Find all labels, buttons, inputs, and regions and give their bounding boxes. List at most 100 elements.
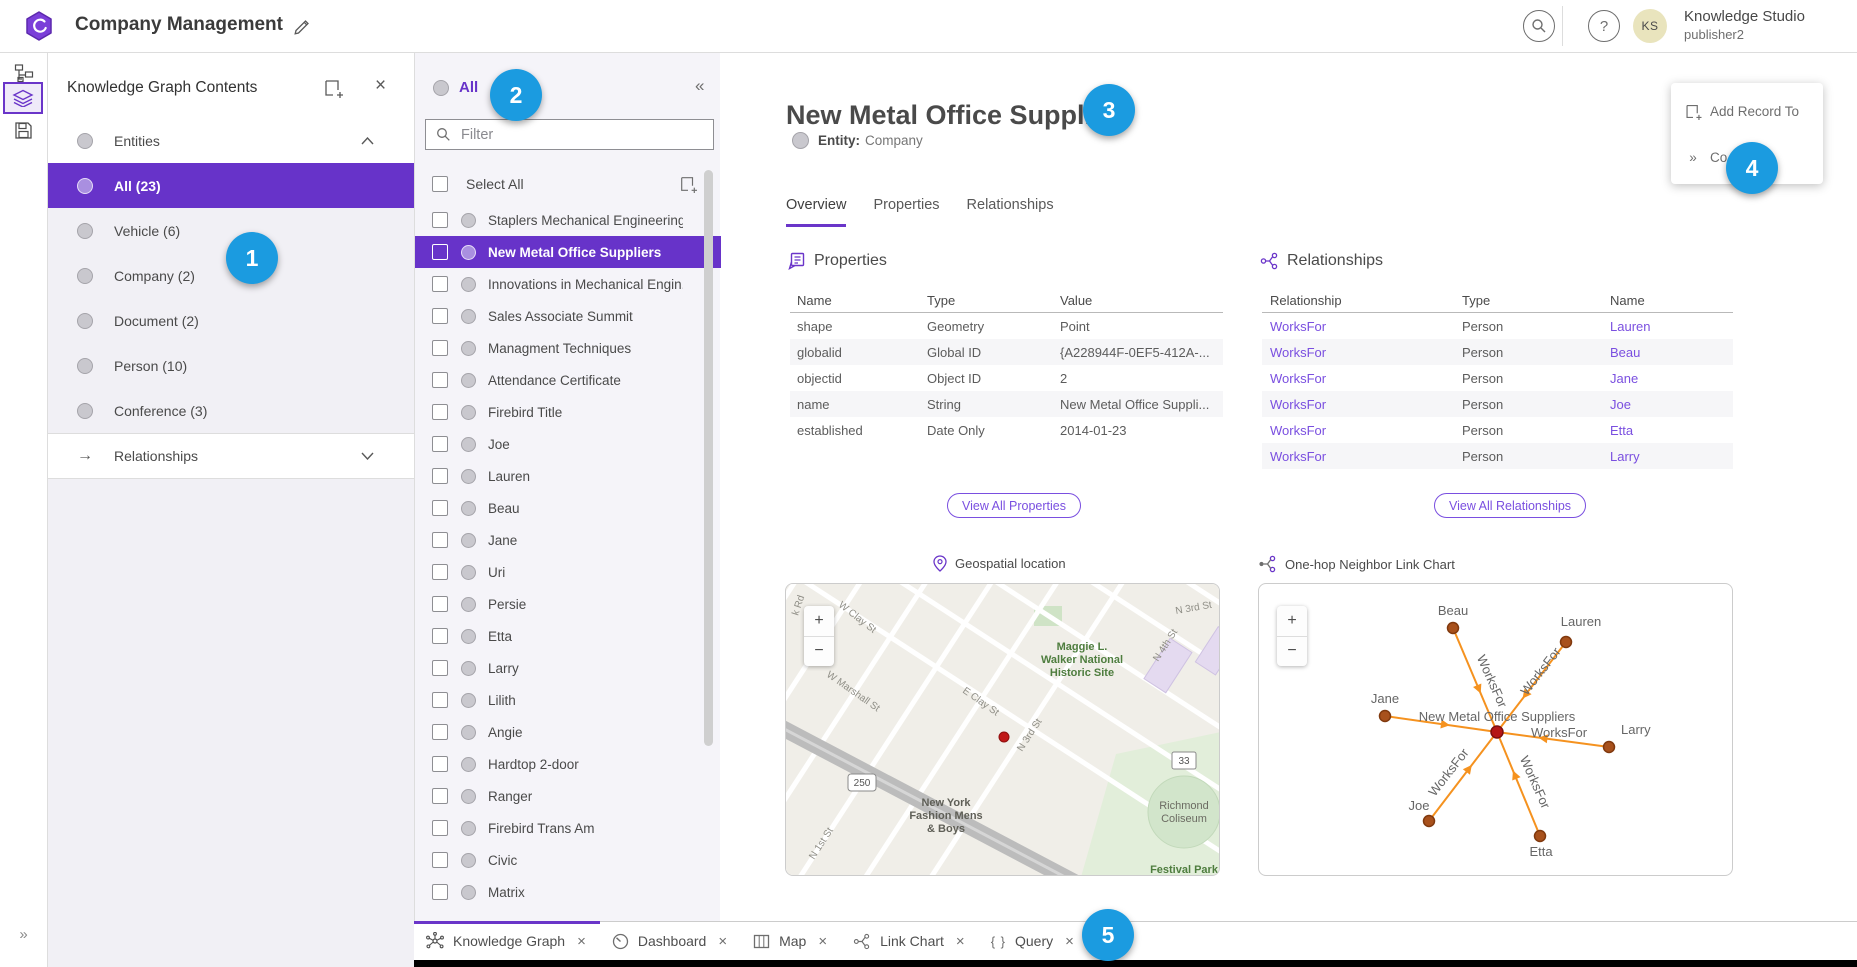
row-checkbox[interactable] bbox=[432, 884, 448, 900]
tab-knowledge-graph[interactable]: Knowledge Graph × bbox=[414, 922, 600, 960]
list-item[interactable]: Ranger bbox=[415, 780, 721, 812]
select-all-checkbox[interactable] bbox=[432, 176, 448, 192]
tab-properties[interactable]: Properties bbox=[873, 197, 939, 227]
list-item[interactable]: Civic bbox=[415, 844, 721, 876]
tab-map[interactable]: Map × bbox=[741, 922, 841, 960]
save-tool-button[interactable] bbox=[0, 115, 47, 145]
row-checkbox[interactable] bbox=[432, 692, 448, 708]
list-item[interactable]: Staplers Mechanical Engineering bbox=[415, 204, 721, 236]
row-checkbox[interactable] bbox=[432, 372, 448, 388]
list-item[interactable]: Managment Techniques bbox=[415, 332, 721, 364]
close-icon[interactable]: × bbox=[954, 933, 967, 950]
list-item[interactable]: Jane bbox=[415, 524, 721, 556]
row-checkbox[interactable] bbox=[432, 820, 448, 836]
zoom-out-button[interactable]: − bbox=[804, 637, 834, 667]
list-item[interactable]: Sales Associate Summit bbox=[415, 300, 721, 332]
center-graph-node[interactable] bbox=[1491, 726, 1503, 738]
view-all-relationships-button[interactable]: View All Relationships bbox=[1434, 493, 1586, 518]
select-all-row[interactable]: Select All bbox=[415, 168, 721, 200]
scrollbar-thumb[interactable] bbox=[704, 170, 713, 746]
user-avatar[interactable]: KS bbox=[1633, 9, 1667, 43]
row-checkbox[interactable] bbox=[432, 436, 448, 452]
graph-node[interactable] bbox=[1424, 816, 1435, 827]
collapse-panel-icon[interactable]: « bbox=[695, 76, 704, 96]
row-checkbox[interactable] bbox=[432, 596, 448, 612]
expand-rail-icon[interactable]: » bbox=[0, 926, 47, 943]
tab-relationships[interactable]: Relationships bbox=[967, 197, 1054, 227]
list-item[interactable]: Attendance Certificate bbox=[415, 364, 721, 396]
zoom-in-button[interactable]: + bbox=[1277, 606, 1307, 637]
list-item[interactable]: Angie bbox=[415, 716, 721, 748]
close-icon[interactable]: × bbox=[1063, 933, 1076, 950]
help-button[interactable]: ? bbox=[1588, 10, 1620, 42]
poi-label: Richmond bbox=[1159, 800, 1209, 812]
link-chart[interactable]: WorksFor WorksFor WorksFor WorksFor Work… bbox=[1258, 583, 1733, 876]
row-checkbox[interactable] bbox=[432, 468, 448, 484]
geospatial-map[interactable]: W Clay St W Marshall St E Clay St N 3rd … bbox=[785, 583, 1220, 876]
row-checkbox[interactable] bbox=[432, 756, 448, 772]
tab-query[interactable]: { } Query × bbox=[979, 922, 1088, 960]
list-item[interactable]: Lauren bbox=[415, 460, 721, 492]
list-item[interactable]: Matrix bbox=[415, 876, 721, 908]
list-item[interactable]: Etta bbox=[415, 620, 721, 652]
add-record-icon[interactable] bbox=[679, 175, 697, 193]
close-icon[interactable]: × bbox=[575, 933, 588, 950]
edit-title-icon[interactable] bbox=[292, 15, 312, 35]
row-checkbox[interactable] bbox=[432, 532, 448, 548]
entity-type-dot bbox=[77, 313, 93, 329]
row-checkbox[interactable] bbox=[432, 340, 448, 356]
list-item[interactable]: Persie bbox=[415, 588, 721, 620]
row-checkbox[interactable] bbox=[432, 724, 448, 740]
menu-item-add-record-to[interactable]: Add Record To bbox=[1671, 91, 1823, 131]
entity-type-all[interactable]: All (23) bbox=[47, 163, 414, 208]
list-header[interactable]: All bbox=[433, 79, 478, 96]
relationships-section-header[interactable]: → Relationships bbox=[47, 433, 414, 478]
row-checkbox[interactable] bbox=[432, 212, 448, 228]
entities-section-header[interactable]: Entities bbox=[47, 118, 414, 163]
list-item[interactable]: Firebird Title bbox=[415, 396, 721, 428]
row-checkbox[interactable] bbox=[432, 500, 448, 516]
add-panel-icon[interactable] bbox=[323, 78, 343, 98]
entity-type-document[interactable]: Document (2) bbox=[47, 298, 414, 343]
close-panel-icon[interactable]: × bbox=[375, 75, 386, 97]
tab-overview[interactable]: Overview bbox=[786, 197, 846, 227]
row-checkbox[interactable] bbox=[432, 852, 448, 868]
zoom-in-button[interactable]: + bbox=[804, 606, 834, 637]
row-checkbox[interactable] bbox=[432, 564, 448, 580]
row-checkbox[interactable] bbox=[432, 276, 448, 292]
graph-node[interactable] bbox=[1535, 831, 1546, 842]
list-item[interactable]: Larry bbox=[415, 652, 721, 684]
view-all-properties-button[interactable]: View All Properties bbox=[947, 493, 1081, 518]
list-item[interactable]: Lilith bbox=[415, 684, 721, 716]
row-checkbox[interactable] bbox=[432, 404, 448, 420]
graph-node[interactable] bbox=[1380, 711, 1391, 722]
graph-node[interactable] bbox=[1604, 742, 1615, 753]
filter-input[interactable] bbox=[459, 126, 713, 144]
row-checkbox[interactable] bbox=[432, 244, 448, 260]
list-item[interactable]: Beau bbox=[415, 492, 721, 524]
tab-link-chart[interactable]: Link Chart × bbox=[841, 922, 979, 960]
search-button[interactable] bbox=[1523, 10, 1555, 42]
list-item[interactable]: Joe bbox=[415, 428, 721, 460]
zoom-out-button[interactable]: − bbox=[1277, 637, 1307, 667]
close-icon[interactable]: × bbox=[816, 933, 829, 950]
row-checkbox[interactable] bbox=[432, 308, 448, 324]
graph-node[interactable] bbox=[1561, 637, 1572, 648]
entity-type-conference[interactable]: Conference (3) bbox=[47, 388, 414, 433]
tab-dashboard[interactable]: Dashboard × bbox=[600, 922, 741, 960]
list-item[interactable]: Firebird Trans Am bbox=[415, 812, 721, 844]
list-item[interactable]: Uri bbox=[415, 556, 721, 588]
list-item[interactable]: Hardtop 2-door bbox=[415, 748, 721, 780]
link-chart-canvas: WorksFor WorksFor WorksFor WorksFor Work… bbox=[1259, 584, 1733, 876]
row-checkbox[interactable] bbox=[432, 660, 448, 676]
graph-node[interactable] bbox=[1448, 623, 1459, 634]
list-item-selected[interactable]: New Metal Office Suppliers bbox=[415, 236, 721, 268]
user-identity[interactable]: Knowledge Studio publisher2 bbox=[1684, 8, 1805, 43]
row-checkbox[interactable] bbox=[432, 628, 448, 644]
list-item[interactable]: Innovations in Mechanical Engin... bbox=[415, 268, 721, 300]
entity-type-person[interactable]: Person (10) bbox=[47, 343, 414, 388]
layers-tool-selected[interactable] bbox=[3, 82, 43, 114]
filter-box[interactable] bbox=[425, 119, 714, 150]
row-checkbox[interactable] bbox=[432, 788, 448, 804]
close-icon[interactable]: × bbox=[716, 933, 729, 950]
